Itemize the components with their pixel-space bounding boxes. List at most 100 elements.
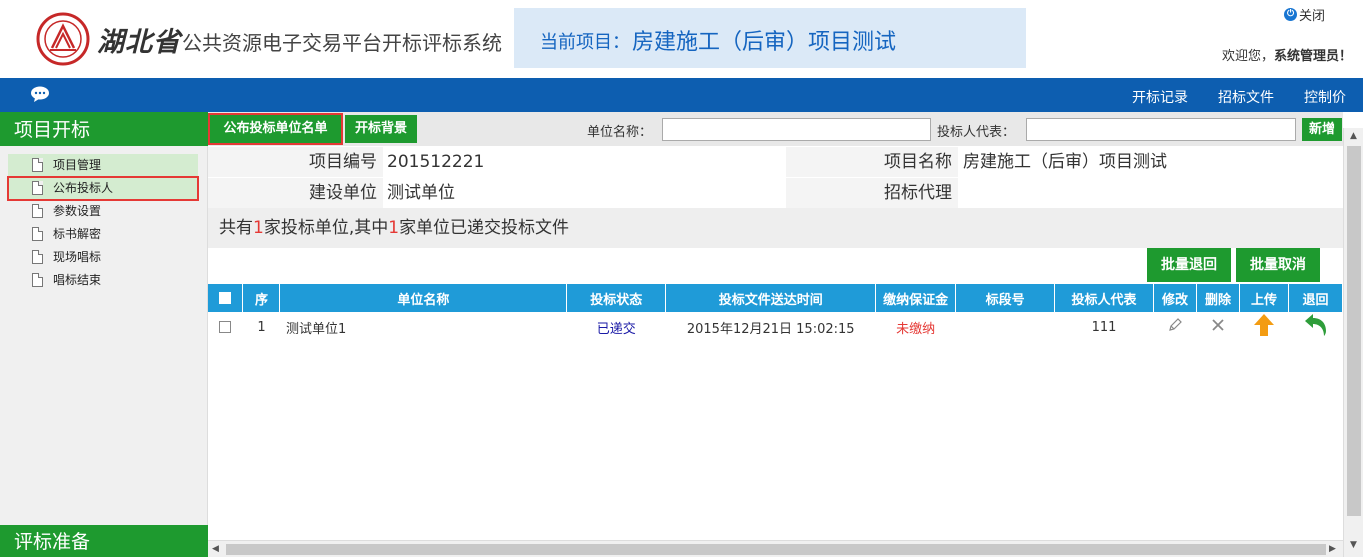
unit-name-cell: 测试单位1 xyxy=(285,321,347,337)
edit-cell xyxy=(1154,312,1197,342)
project-code-label: 项目编号 xyxy=(208,147,383,177)
welcome-text: 欢迎您，系统管理员！ xyxy=(1222,45,1352,64)
sidebar-item-project-manage[interactable]: 项目管理 xyxy=(8,154,198,177)
section-cell xyxy=(956,312,1055,342)
upload-arrow-icon[interactable] xyxy=(1253,313,1275,337)
delivery-time-cell: 2015年12月21日 15:02:15 xyxy=(686,321,855,337)
add-button[interactable]: 新增 xyxy=(1302,118,1342,141)
project-code-value: 201512221 xyxy=(387,152,485,172)
chat-bubble-icon[interactable] xyxy=(30,86,50,102)
document-icon xyxy=(32,204,43,218)
total-count: 1 xyxy=(253,218,264,238)
agent-label: 招标代理 xyxy=(786,178,958,208)
builder-value: 测试单位 xyxy=(387,183,455,203)
welcome-prefix: 欢迎您， xyxy=(1222,49,1275,64)
project-name-value: 房建施工（后审）项目测试 xyxy=(963,152,1167,172)
sidebar-item-label: 公布投标人 xyxy=(53,181,114,195)
document-icon xyxy=(32,250,43,264)
sidebar: 项目开标 项目管理 公布投标人 参数设置 标书解密 现场唱标 唱标结束 评标准备 xyxy=(0,112,208,557)
sidebar-item-label: 唱标结束 xyxy=(53,273,102,287)
select-all-header xyxy=(208,284,244,312)
column-header: 单位名称 xyxy=(279,284,568,312)
nav-control-price[interactable]: 控制价 xyxy=(1304,87,1346,107)
current-project-value: 房建施工（后审）项目测试 xyxy=(632,30,897,55)
batch-cancel-button[interactable]: 批量取消 xyxy=(1236,248,1320,282)
scroll-up-icon[interactable]: ▲ xyxy=(1350,131,1357,141)
sidebar-title[interactable]: 项目开标 xyxy=(0,112,208,146)
project-name-label: 项目名称 xyxy=(786,147,958,177)
summary-text: 共有 xyxy=(219,218,253,238)
sidebar-item-onsite-reading[interactable]: 现场唱标 xyxy=(8,246,198,269)
batch-return-button[interactable]: 批量退回 xyxy=(1147,248,1231,282)
bidder-table: 序 单位名称 投标状态 投标文件送达时间 缴纳保证金 标段号 投标人代表 修改 … xyxy=(208,284,1344,342)
scroll-left-icon[interactable]: ◀ xyxy=(212,544,219,554)
builder-label: 建设单位 xyxy=(208,178,383,208)
row-checkbox[interactable] xyxy=(219,321,232,333)
power-icon: ⏻ xyxy=(1284,8,1297,21)
return-cell xyxy=(1288,312,1342,342)
current-project-banner: 当前项目： 房建施工（后审）项目测试 xyxy=(514,8,1026,68)
vertical-scrollbar[interactable]: ▲ ▼ xyxy=(1343,128,1363,557)
upload-cell xyxy=(1239,312,1288,342)
column-header: 投标状态 xyxy=(566,284,667,312)
column-header: 删除 xyxy=(1196,284,1240,312)
representative-cell: 111 xyxy=(1091,319,1117,335)
sidebar-list: 项目管理 公布投标人 参数设置 标书解密 现场唱标 唱标结束 xyxy=(7,154,199,292)
header: 湖北省 公共资源电子交易平台开标评标系统 当前项目： 房建施工（后审）项目测试 … xyxy=(0,0,1363,78)
status-cell: 已递交 xyxy=(596,321,636,337)
column-header: 标段号 xyxy=(955,284,1056,312)
representative-label: 投标人代表： xyxy=(937,125,1016,140)
sidebar-footer[interactable]: 评标准备 xyxy=(0,525,208,557)
info-row-1: 项目编号 201512221 项目名称 房建施工（后审）项目测试 xyxy=(208,147,1343,177)
tab-bar: 公布投标单位名单 开标背景 单位名称： 投标人代表： 新增 xyxy=(208,112,1343,146)
vertical-scroll-thumb[interactable] xyxy=(1347,146,1361,516)
nav-tender-docs[interactable]: 招标文件 xyxy=(1218,87,1274,107)
sidebar-item-label: 项目管理 xyxy=(53,158,102,172)
system-title: 公共资源电子交易平台开标评标系统 xyxy=(182,31,502,55)
document-icon xyxy=(32,273,43,287)
top-nav: 开标记录 招标文件 控制价 xyxy=(0,78,1363,112)
bidder-summary: 共有1家投标单位,其中1家单位已递交投标文件 xyxy=(208,208,1343,248)
column-header: 退回 xyxy=(1288,284,1344,312)
table-row: 1 测试单位1 已递交 2015年12月21日 15:02:15 未缴纳 111 xyxy=(208,312,1343,342)
sidebar-item-params[interactable]: 参数设置 xyxy=(8,200,198,223)
sidebar-item-decrypt[interactable]: 标书解密 xyxy=(8,223,198,246)
nav-open-record[interactable]: 开标记录 xyxy=(1132,87,1188,107)
unit-name-label: 单位名称： xyxy=(587,125,653,140)
horizontal-scrollbar[interactable]: ◀ ▶ xyxy=(208,540,1343,557)
column-header: 缴纳保证金 xyxy=(875,284,957,312)
column-header: 投标人代表 xyxy=(1054,284,1154,312)
column-header: 修改 xyxy=(1153,284,1197,312)
tab-opening-background[interactable]: 开标背景 xyxy=(345,115,417,143)
scroll-down-icon[interactable]: ▼ xyxy=(1350,540,1357,550)
pencil-icon[interactable] xyxy=(1167,317,1183,333)
column-header: 序 xyxy=(242,284,281,312)
tab-publish-bidders[interactable]: 公布投标单位名单 xyxy=(208,113,343,145)
scroll-right-icon[interactable]: ▶ xyxy=(1329,544,1336,554)
sidebar-item-reading-end[interactable]: 唱标结束 xyxy=(8,269,198,292)
sidebar-item-publish-bidders[interactable]: 公布投标人 xyxy=(7,176,199,201)
column-header: 投标文件送达时间 xyxy=(665,284,877,312)
column-header: 上传 xyxy=(1239,284,1289,312)
seq-cell: 1 xyxy=(257,319,266,335)
select-all-checkbox[interactable] xyxy=(219,292,232,304)
summary-text: 家投标单位,其中 xyxy=(263,218,389,238)
sidebar-item-label: 标书解密 xyxy=(53,227,102,241)
sidebar-item-label: 参数设置 xyxy=(53,204,102,218)
unit-name-input[interactable] xyxy=(662,118,931,141)
current-project-label: 当前项目： xyxy=(540,32,630,53)
emblem-logo-icon xyxy=(36,12,90,66)
horizontal-scroll-thumb[interactable] xyxy=(226,544,1326,555)
deposit-cell: 未缴纳 xyxy=(896,321,936,337)
row-select-cell xyxy=(208,312,243,342)
document-icon xyxy=(32,181,43,195)
representative-input[interactable] xyxy=(1026,118,1296,141)
sidebar-item-label: 现场唱标 xyxy=(53,250,102,264)
info-row-2: 建设单位 测试单位 招标代理 xyxy=(208,178,1343,208)
document-icon xyxy=(32,158,43,172)
delete-x-icon[interactable] xyxy=(1210,317,1226,333)
welcome-user: 系统管理员！ xyxy=(1274,49,1353,64)
close-button[interactable]: ⏻ 关闭 xyxy=(1284,5,1325,24)
submitted-count: 1 xyxy=(388,218,400,238)
return-arrow-icon[interactable] xyxy=(1302,312,1328,338)
